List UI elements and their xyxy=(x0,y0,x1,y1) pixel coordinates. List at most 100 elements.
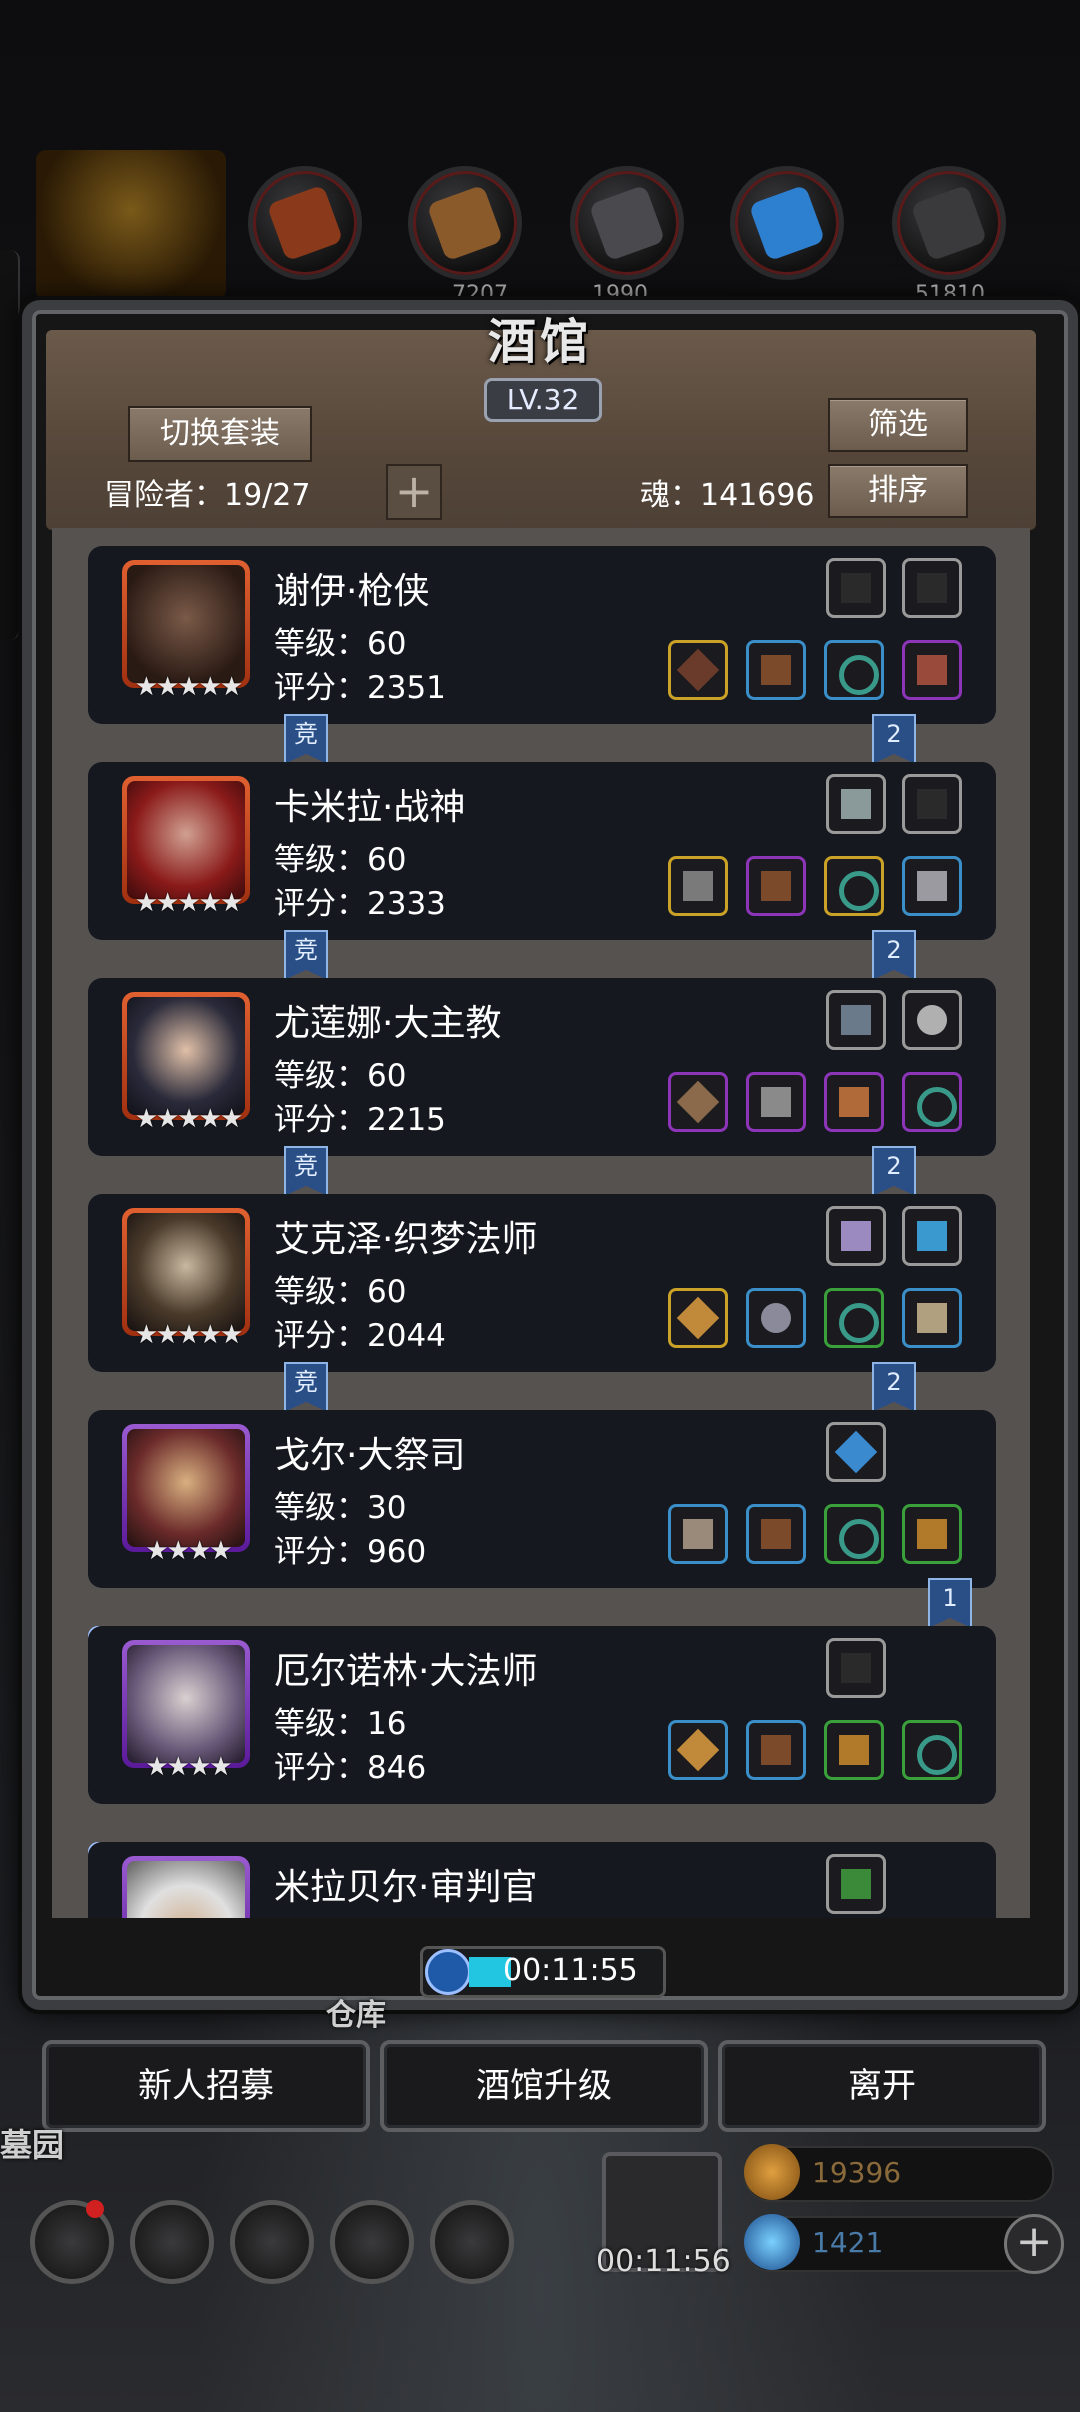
ring-slot[interactable] xyxy=(824,1288,884,1348)
side-panel-handle[interactable] xyxy=(0,250,20,640)
weapon-slot[interactable] xyxy=(668,640,728,700)
gift-timer: 00:11:56 xyxy=(596,2244,731,2279)
hero-stars: ★★★★★ xyxy=(134,1104,244,1134)
wood-resource-icon[interactable] xyxy=(408,166,522,280)
hero-stars: ★★★★★ xyxy=(134,672,244,702)
hero-card[interactable]: ★★★★★ 谢伊·枪侠 等级：60 评分：2351 xyxy=(88,546,996,724)
timer-text: 00:11:55 xyxy=(503,1953,638,1988)
add-gems-button[interactable]: + xyxy=(1004,2214,1064,2274)
set-count-tag: 2 xyxy=(872,1362,916,1412)
hero-level: 等级：30 xyxy=(274,1490,407,1526)
gold-amount: 19396 xyxy=(812,2156,902,2189)
soul-count: 魂：141696 xyxy=(640,478,815,513)
tavern-upgrade-button[interactable]: 酒馆升级 xyxy=(380,2040,708,2132)
switch-set-button[interactable]: 切换套装 xyxy=(128,406,312,462)
belt-slot[interactable] xyxy=(902,1504,962,1564)
emblem-slot[interactable] xyxy=(826,1854,886,1914)
hero-portrait xyxy=(122,1856,250,1918)
set-count-tag: 2 xyxy=(872,714,916,764)
hero-name: 戈尔·大祭司 xyxy=(274,1435,466,1476)
filter-button[interactable]: 筛选 xyxy=(828,398,968,452)
arena-tag: 竞 xyxy=(284,930,328,980)
armor-slot[interactable] xyxy=(746,856,806,916)
hero-portrait xyxy=(122,992,250,1120)
set-count-tag: 2 xyxy=(872,930,916,980)
hero-level: 等级：60 xyxy=(274,842,407,878)
sort-button[interactable]: 排序 xyxy=(828,464,968,518)
ring-slot[interactable] xyxy=(902,1072,962,1132)
tavern-level-badge: LV.32 xyxy=(484,378,602,422)
meat-resource-icon[interactable] xyxy=(248,166,362,280)
hero-stars: ★★★★ xyxy=(145,1536,232,1566)
hero-portrait xyxy=(122,1424,250,1552)
adventurer-count: 冒险者：19/27 xyxy=(104,478,311,513)
guild-icon[interactable] xyxy=(230,2200,314,2284)
player-avatar[interactable] xyxy=(36,150,226,300)
warehouse-label[interactable]: 仓库 xyxy=(326,1990,386,2034)
mail-icon[interactable] xyxy=(330,2200,414,2284)
hero-name: 厄尔诺林·大法师 xyxy=(274,1651,538,1692)
stone-resource-icon[interactable] xyxy=(892,166,1006,280)
accessory-slot[interactable] xyxy=(902,640,962,700)
gem-amount: 1421 xyxy=(812,2226,884,2259)
gloves-slot[interactable] xyxy=(902,774,962,834)
recruit-button[interactable]: 新人招募 xyxy=(42,2040,370,2132)
hero-card[interactable]: ★★★★★ 卡米拉·战神 等级：60 评分：2333 xyxy=(88,762,996,940)
gloves-slot[interactable] xyxy=(902,558,962,618)
gloves-slot[interactable] xyxy=(826,1638,886,1698)
amulet-slot[interactable] xyxy=(902,856,962,916)
hero-score: 评分：2351 xyxy=(274,670,446,706)
hero-card[interactable]: 米拉贝尔·审判官 xyxy=(88,1842,996,1918)
leave-button[interactable]: 离开 xyxy=(718,2040,1046,2132)
gold-coin-icon xyxy=(744,2144,800,2200)
hero-list[interactable]: ★★★★★ 谢伊·枪侠 等级：60 评分：2351 竞 2 ★★★★★ 卡米拉·… xyxy=(52,528,1030,1918)
hero-card[interactable]: ★★★★★ 尤莲娜·大主教 等级：60 评分：2215 xyxy=(88,978,996,1156)
arena-tag: 竞 xyxy=(284,714,328,764)
achievement-icon[interactable] xyxy=(130,2200,214,2284)
refresh-timer: 00:11:55 xyxy=(420,1946,666,1998)
gauntlet-slot[interactable] xyxy=(902,1288,962,1348)
hero-portrait xyxy=(122,1640,250,1768)
bracer-slot[interactable] xyxy=(824,1072,884,1132)
expand-capacity-button[interactable]: + xyxy=(386,464,442,520)
book-slot[interactable] xyxy=(826,990,886,1050)
ring-slot[interactable] xyxy=(824,1504,884,1564)
hero-level: 等级：60 xyxy=(274,626,407,662)
hero-name: 米拉贝尔·审判官 xyxy=(274,1867,538,1908)
hammer-slot[interactable] xyxy=(668,1504,728,1564)
hero-name: 尤莲娜·大主教 xyxy=(274,1003,502,1044)
stone-slot[interactable] xyxy=(902,990,962,1050)
hero-card[interactable]: ★★★★ 戈尔·大祭司 等级：30 评分：960 xyxy=(88,1410,996,1588)
armor-slot[interactable] xyxy=(746,1504,806,1564)
hero-level: 等级：60 xyxy=(274,1274,407,1310)
ring-slot[interactable] xyxy=(824,856,884,916)
hero-card[interactable]: ★★★★ 厄尔诺林·大法师 等级：16 评分：846 xyxy=(88,1626,996,1804)
hero-card[interactable]: ★★★★★ 艾克泽·织梦法师 等级：60 评分：2044 xyxy=(88,1194,996,1372)
ring-slot[interactable] xyxy=(824,640,884,700)
armor-slot[interactable] xyxy=(746,1720,806,1780)
belt-slot[interactable] xyxy=(824,1720,884,1780)
gloves-slot[interactable] xyxy=(826,558,886,618)
weapon-slot[interactable] xyxy=(668,856,728,916)
ring-slot[interactable] xyxy=(902,1720,962,1780)
crystal-resource-icon[interactable] xyxy=(730,166,844,280)
iron-resource-icon[interactable] xyxy=(570,166,684,280)
gem-slot[interactable] xyxy=(826,774,886,834)
armor-slot[interactable] xyxy=(746,1072,806,1132)
set-count-tag: 2 xyxy=(872,1146,916,1196)
hero-stars: ★★★★★ xyxy=(134,888,244,918)
armor-slot[interactable] xyxy=(746,1288,806,1348)
hero-name: 谢伊·枪侠 xyxy=(274,571,430,612)
hero-score: 评分：2215 xyxy=(274,1102,446,1138)
cemetery-label[interactable]: 墓园 xyxy=(0,2120,64,2166)
weapon-slot[interactable] xyxy=(668,1072,728,1132)
clock-icon xyxy=(425,1949,471,1995)
map-icon[interactable] xyxy=(430,2200,514,2284)
hero-score: 评分：2044 xyxy=(274,1318,446,1354)
crystal-slot[interactable] xyxy=(826,1206,886,1266)
staff-slot[interactable] xyxy=(668,1288,728,1348)
scroll-slot[interactable] xyxy=(826,1422,886,1482)
staff-slot[interactable] xyxy=(668,1720,728,1780)
feather-slot[interactable] xyxy=(902,1206,962,1266)
armor-slot[interactable] xyxy=(746,640,806,700)
